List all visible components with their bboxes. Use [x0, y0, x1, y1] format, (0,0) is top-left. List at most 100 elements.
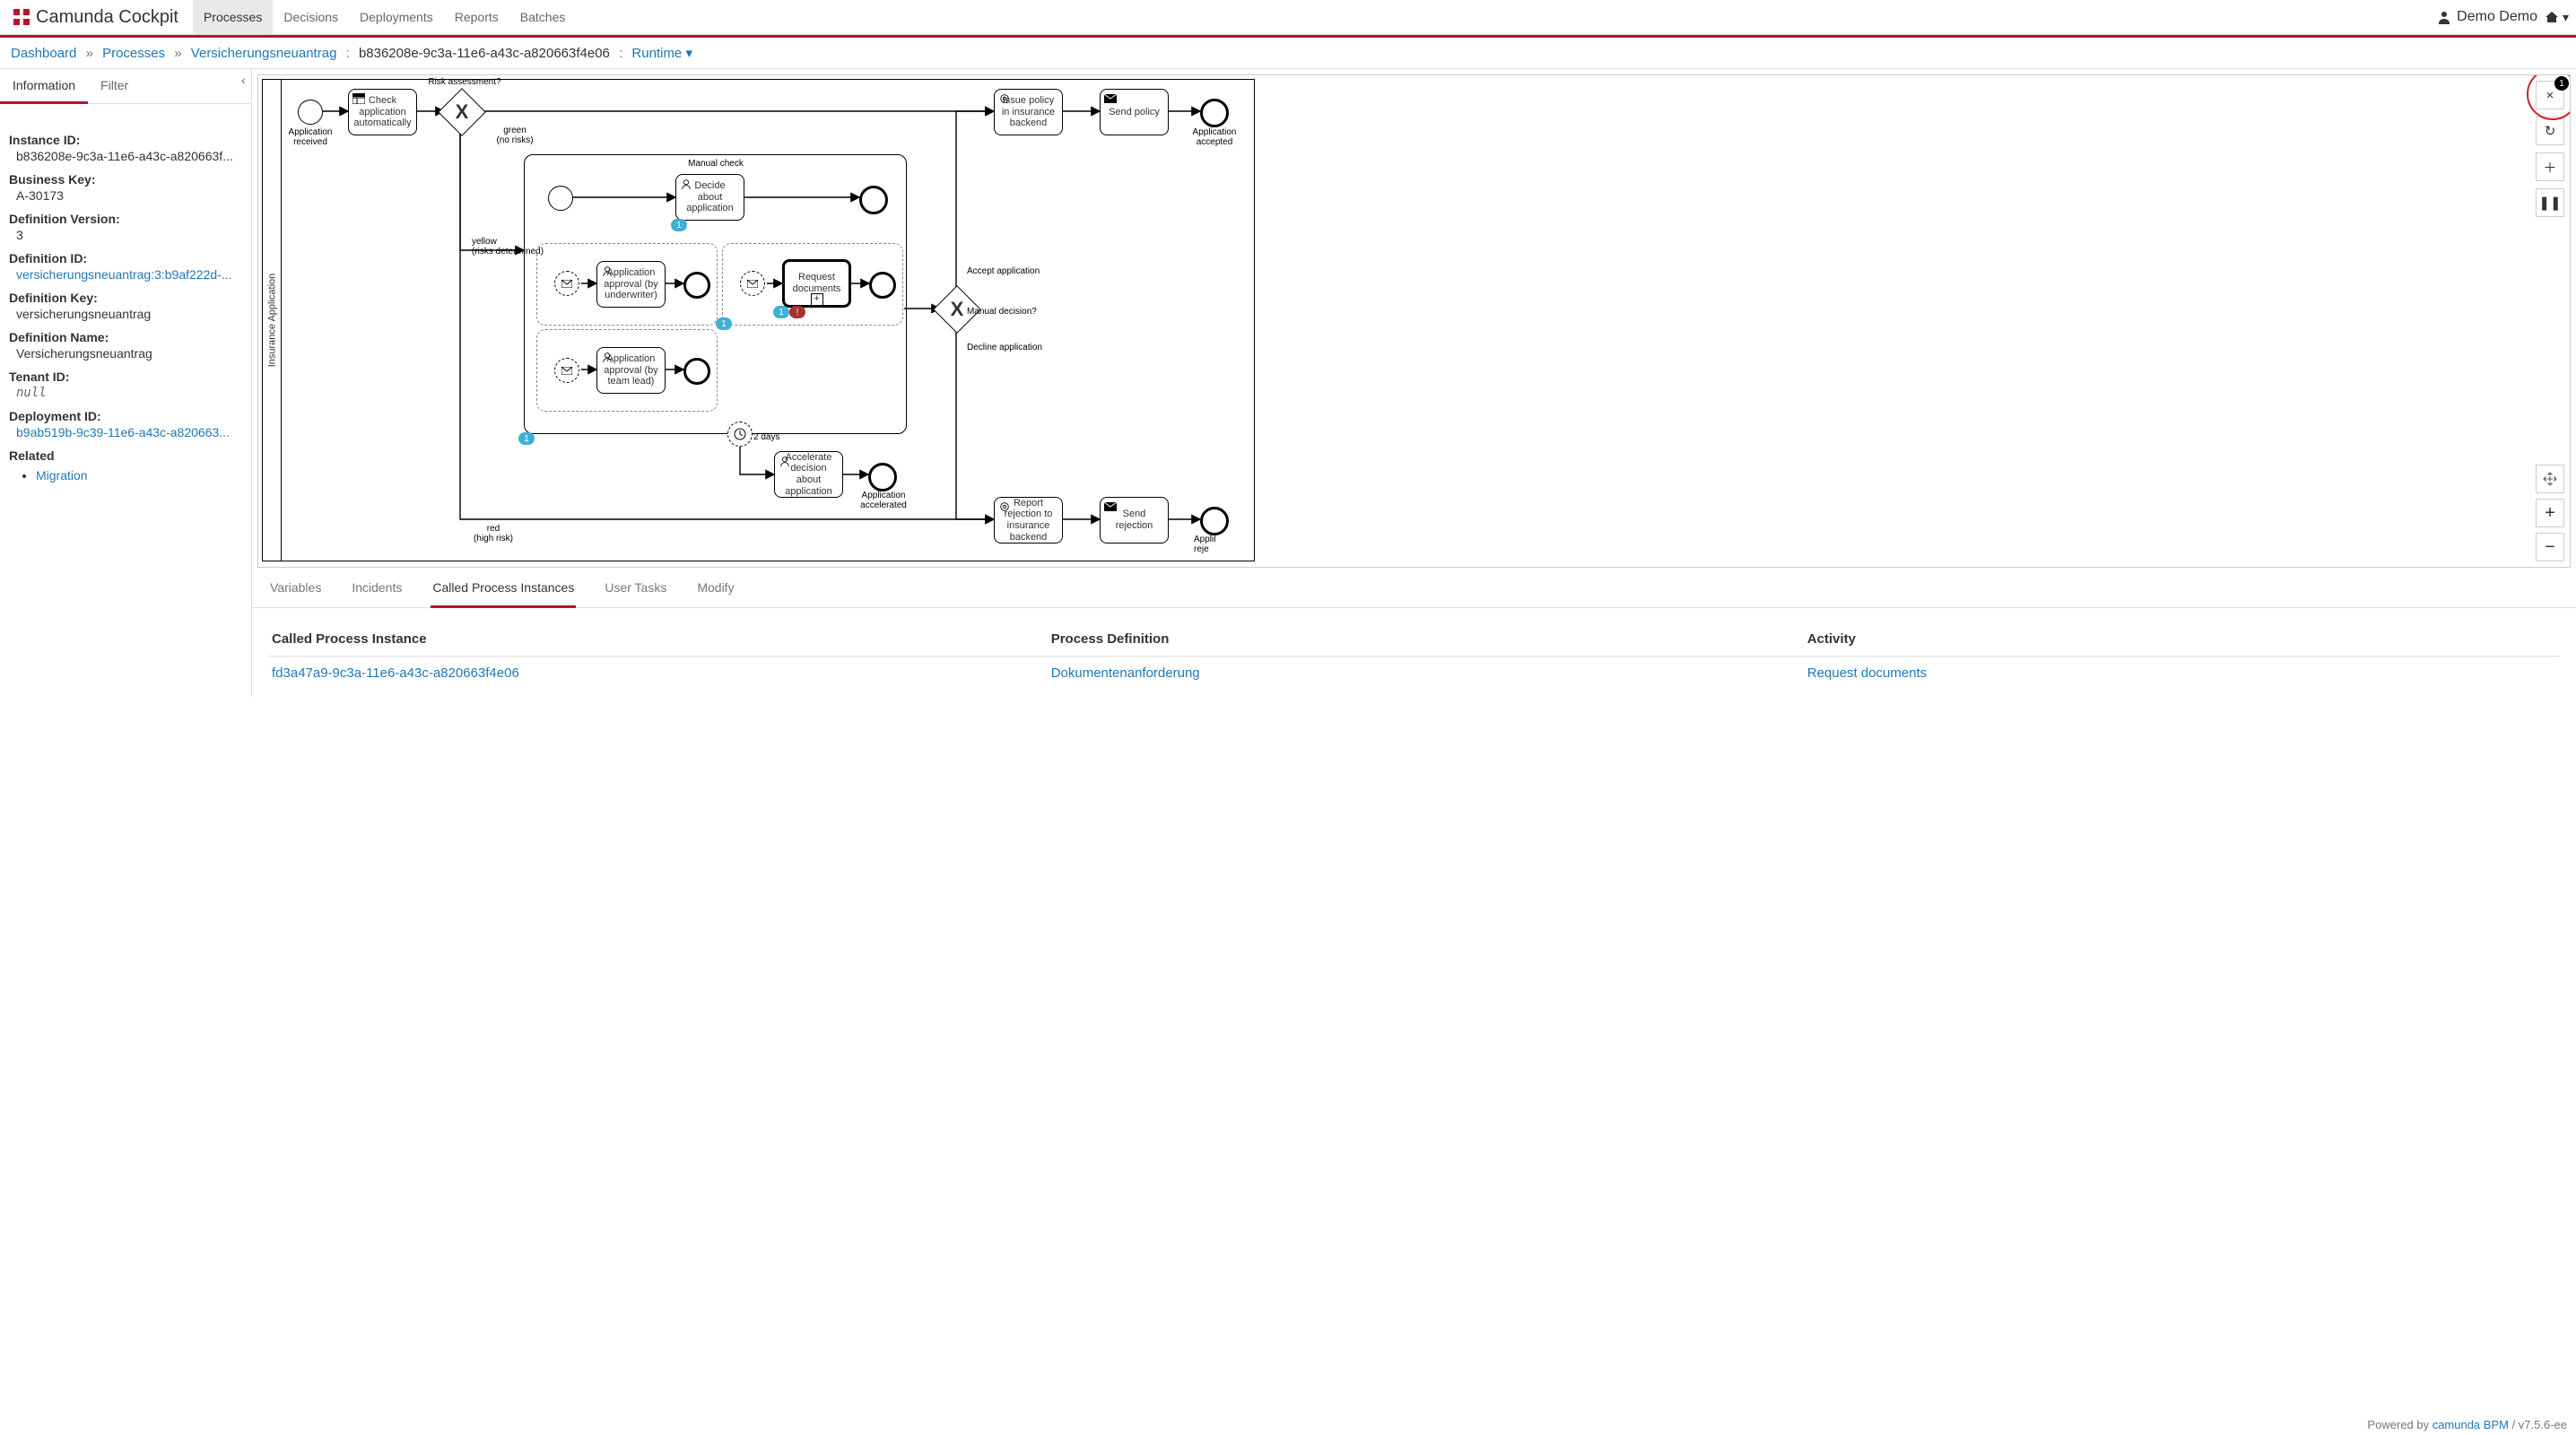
- tab-incidents[interactable]: Incidents: [350, 580, 404, 607]
- task-send-policy[interactable]: Send policy: [1100, 89, 1169, 135]
- deployment-id-link[interactable]: b9ab519b-9c39-11e6-a43c-a820663...: [16, 425, 230, 439]
- task-check-automatically[interactable]: Check application automatically: [348, 89, 417, 135]
- called-instance-link[interactable]: fd3a47a9-9c3a-11e6-a43c-a820663f4e06: [272, 665, 519, 681]
- nav-batches[interactable]: Batches: [509, 0, 577, 34]
- zoom-in-button[interactable]: +: [2536, 499, 2564, 527]
- service-gear-icon: [998, 93, 1011, 104]
- user-menu[interactable]: Demo Demo: [2437, 9, 2537, 25]
- breadcrumb-processes[interactable]: Processes: [102, 46, 165, 61]
- badge-decide-count[interactable]: 1: [671, 219, 687, 231]
- tab-variables[interactable]: Variables: [268, 580, 323, 607]
- called-definition-link[interactable]: Dokumentenanforderung: [1051, 665, 1200, 681]
- col-process-definition[interactable]: Process Definition: [1048, 626, 1804, 657]
- breadcrumb-dashboard[interactable]: Dashboard: [11, 46, 76, 61]
- def-version-value: 3: [16, 228, 242, 242]
- end-event-rejected[interactable]: [1200, 507, 1229, 535]
- task-accelerate-decision[interactable]: Accelerate decision about application: [774, 451, 843, 498]
- task-decide-application[interactable]: Decide about application: [675, 174, 744, 221]
- timer-boundary-event[interactable]: [727, 422, 753, 447]
- msg-event-underwriter[interactable]: [554, 271, 579, 296]
- task-send-rejection[interactable]: Send rejection: [1100, 497, 1169, 544]
- gateway-manual-label: Manual decision?: [967, 307, 1039, 317]
- end-event-teamlead[interactable]: [683, 358, 710, 385]
- end-event-underwriter[interactable]: [683, 272, 710, 299]
- task-report-rejection[interactable]: Report rejection to insurance backend: [994, 497, 1063, 544]
- diagram-toolbar: × 1 ↻ ＋ ❚❚: [2536, 81, 2564, 217]
- end-event-accelerated[interactable]: [868, 463, 897, 491]
- subproc-start-event[interactable]: [548, 186, 573, 211]
- tab-called-process-instances[interactable]: Called Process Instances: [431, 580, 576, 608]
- end-event-accepted[interactable]: [1200, 99, 1229, 127]
- retry-button[interactable]: ↻: [2536, 117, 2564, 145]
- def-id-link[interactable]: versicherungsneuantrag:3:b9af222d-...: [16, 267, 232, 282]
- badge-request-inner[interactable]: 1: [773, 306, 789, 318]
- col-called-instance[interactable]: Called Process Instance: [268, 626, 1048, 657]
- def-key-value: versicherungsneuantrag: [16, 307, 242, 321]
- envelope-icon: [747, 280, 758, 288]
- task-approval-teamlead[interactable]: Application approval (by team lead): [596, 347, 666, 394]
- camunda-icon: [13, 8, 30, 26]
- bpmn-diagram-panel[interactable]: Insurance Application Application receiv…: [257, 74, 2571, 568]
- top-nav: Processes Decisions Deployments Reports …: [193, 0, 576, 34]
- path-green-label: green (no risks): [488, 126, 542, 145]
- send-envelope-icon: [1104, 501, 1117, 512]
- subprocess-marker-icon: +: [811, 293, 823, 306]
- badge-subprocess[interactable]: 1: [518, 432, 535, 445]
- subproc-end-event[interactable]: [859, 186, 888, 214]
- nav-decisions[interactable]: Decisions: [273, 0, 349, 34]
- user-task-icon: [680, 178, 692, 189]
- main-panel: Insurance Application Application receiv…: [252, 69, 2576, 697]
- suspend-button[interactable]: ❚❚: [2536, 188, 2564, 217]
- deployment-id-value: b9ab519b-9c39-11e6-a43c-a820663...: [16, 425, 242, 439]
- badge-request-incident[interactable]: !: [789, 306, 805, 318]
- nav-processes[interactable]: Processes: [193, 0, 273, 34]
- business-key-value: A-30173: [16, 188, 242, 203]
- end-event-request-docs[interactable]: [869, 272, 896, 299]
- end-rejected-label: Applil reje: [1194, 535, 1230, 554]
- start-event[interactable]: [298, 100, 323, 125]
- tab-filter[interactable]: Filter: [88, 69, 141, 103]
- path-red-label: red (high risk): [466, 524, 520, 544]
- col-activity[interactable]: Activity: [1804, 626, 2560, 657]
- sidebar-collapse-button[interactable]: ‹: [241, 73, 252, 87]
- breadcrumb-view-dropdown[interactable]: Runtime ▾: [631, 46, 692, 61]
- tab-modify[interactable]: Modify: [695, 580, 735, 607]
- clock-icon: [733, 427, 747, 441]
- instance-id-label: Instance ID:: [9, 133, 242, 147]
- nav-reports[interactable]: Reports: [444, 0, 509, 34]
- path-decline-label: Decline application: [967, 343, 1021, 352]
- timer-label: 2 days: [753, 432, 779, 442]
- subprocess-label: Manual check: [680, 159, 752, 169]
- business-key-label: Business Key:: [9, 172, 242, 187]
- app-logo[interactable]: Camunda Cockpit: [7, 7, 184, 28]
- detail-tabs: Variables Incidents Called Process Insta…: [252, 568, 2576, 608]
- msg-event-teamlead[interactable]: [554, 358, 579, 383]
- def-name-label: Definition Name:: [9, 330, 242, 344]
- def-key-label: Definition Key:: [9, 291, 242, 305]
- msg-event-request-docs[interactable]: [740, 271, 765, 296]
- user-task-icon: [779, 456, 791, 466]
- nav-deployments[interactable]: Deployments: [349, 0, 444, 34]
- breadcrumb-definition[interactable]: Versicherungsneuantrag: [191, 46, 337, 61]
- related-migration-link[interactable]: Migration: [36, 468, 88, 483]
- task-approval-underwriter[interactable]: Application approval (by underwriter): [596, 261, 666, 308]
- pool-label: Insurance Application: [263, 80, 282, 561]
- footer-link[interactable]: camunda BPM: [2432, 1418, 2509, 1431]
- def-name-value: Versicherungsneuantrag: [16, 346, 242, 361]
- user-task-icon: [601, 352, 614, 362]
- tab-information[interactable]: Information: [0, 69, 88, 104]
- reset-viewport-button[interactable]: [2536, 465, 2564, 493]
- user-task-icon: [601, 265, 614, 276]
- table-row: fd3a47a9-9c3a-11e6-a43c-a820663f4e06 Dok…: [268, 657, 2560, 691]
- task-issue-policy[interactable]: Issue policy in insurance backend: [994, 89, 1063, 135]
- badge-inner-gateway[interactable]: 1: [716, 317, 732, 330]
- envelope-icon: [561, 280, 572, 288]
- home-dropdown[interactable]: ▾: [2545, 10, 2569, 25]
- zoom-out-button[interactable]: −: [2536, 533, 2564, 561]
- add-token-button[interactable]: ＋: [2536, 152, 2564, 181]
- attention-badge: 1: [2554, 76, 2569, 91]
- called-activity-link[interactable]: Request documents: [1807, 665, 1927, 681]
- tab-user-tasks[interactable]: User Tasks: [603, 580, 668, 607]
- business-rule-icon: [352, 93, 365, 104]
- task-request-documents[interactable]: Request documents +: [782, 259, 851, 308]
